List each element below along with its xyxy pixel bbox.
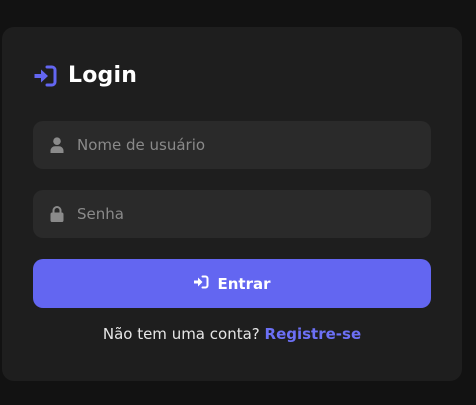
login-header: Login [33,63,137,88]
page-title: Login [68,63,138,88]
username-field[interactable] [33,121,431,169]
sign-in-icon [33,65,57,87]
lock-icon [49,206,65,222]
user-icon [49,137,65,153]
register-prompt: Não tem uma conta? Registre-se [2,325,462,343]
username-input[interactable] [77,121,431,169]
register-link[interactable]: Registre-se [265,325,362,343]
login-card: Login Entrar Não tem uma con [2,27,462,381]
password-field[interactable] [33,190,431,238]
login-button[interactable]: Entrar [33,259,431,308]
sign-in-icon [193,275,209,293]
register-prompt-text: Não tem uma conta? [102,325,260,343]
login-button-label: Entrar [217,274,271,293]
password-input[interactable] [77,190,431,238]
